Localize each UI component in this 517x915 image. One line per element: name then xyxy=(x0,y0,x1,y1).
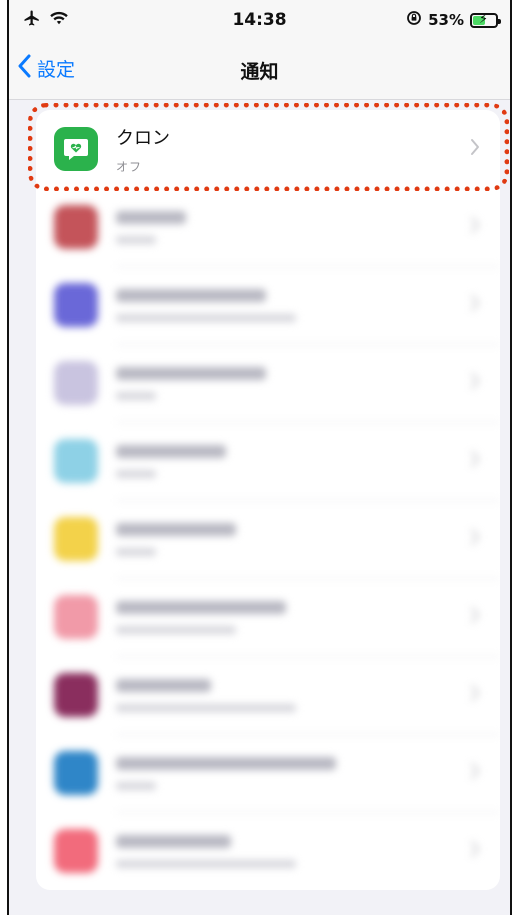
app-notification-status: オフ xyxy=(116,159,143,174)
app-row-text xyxy=(116,578,500,656)
blurred-app-row[interactable] xyxy=(36,812,500,890)
blurred-app-row[interactable] xyxy=(36,734,500,812)
redacted-app-name xyxy=(116,600,286,614)
app-row-text xyxy=(116,422,500,500)
blurred-app-row[interactable] xyxy=(36,578,500,656)
redacted-app-status xyxy=(116,313,296,322)
chevron-right-icon xyxy=(470,138,480,160)
app-row-text xyxy=(116,344,500,422)
status-right: 53% ⚡ xyxy=(406,10,501,30)
chevron-right-icon xyxy=(470,216,480,238)
blurred-app-row[interactable] xyxy=(36,422,500,500)
app-notification-list: クロン オフ xyxy=(36,110,500,890)
app-row-text xyxy=(116,656,500,734)
redacted-app-status xyxy=(116,781,156,790)
app-row-text xyxy=(116,812,500,890)
chevron-right-icon xyxy=(470,606,480,628)
navigation-bar: 設定 通知 xyxy=(9,40,510,100)
blurred-app-rows xyxy=(36,188,500,890)
page-title: 通知 xyxy=(240,61,279,83)
redacted-app-status xyxy=(116,547,156,556)
redacted-app-name xyxy=(116,756,336,770)
redacted-app-name xyxy=(116,522,236,536)
chevron-right-icon xyxy=(470,372,480,394)
app-row-text xyxy=(116,500,500,578)
redacted-app-status xyxy=(116,469,156,478)
battery-icon: ⚡ xyxy=(470,11,501,28)
app-row-text xyxy=(116,266,500,344)
battery-tip xyxy=(498,18,501,24)
redacted-app-name xyxy=(116,210,186,224)
app-icon xyxy=(54,829,98,873)
app-icon xyxy=(54,283,98,327)
blurred-app-row[interactable] xyxy=(36,656,500,734)
phone-screen: 14:38 53% ⚡ 設定 通知 クロン オフ xyxy=(7,0,512,915)
heart-chat-icon xyxy=(54,127,98,171)
redacted-app-name xyxy=(116,678,211,692)
charging-bolt-icon: ⚡ xyxy=(479,11,489,27)
chevron-right-icon xyxy=(470,762,480,784)
app-icon xyxy=(54,205,98,249)
redacted-app-status xyxy=(116,703,296,712)
app-row-kuron[interactable]: クロン オフ xyxy=(36,110,500,188)
app-icon xyxy=(54,673,98,717)
app-icon xyxy=(54,595,98,639)
redacted-app-status xyxy=(116,625,236,634)
chevron-right-icon xyxy=(470,840,480,862)
redacted-app-status xyxy=(116,235,156,244)
status-bar: 14:38 53% ⚡ xyxy=(9,0,510,40)
redacted-app-name xyxy=(116,366,266,380)
app-row-text: クロン オフ xyxy=(116,110,500,188)
rotation-lock-icon xyxy=(406,10,422,30)
blurred-app-row[interactable] xyxy=(36,266,500,344)
app-icon xyxy=(54,439,98,483)
chevron-right-icon xyxy=(470,528,480,550)
app-icon xyxy=(54,751,98,795)
redacted-app-name xyxy=(116,834,231,848)
app-icon xyxy=(54,361,98,405)
blurred-app-row[interactable] xyxy=(36,188,500,266)
app-icon xyxy=(54,517,98,561)
redacted-app-status xyxy=(116,391,156,400)
chevron-right-icon xyxy=(470,450,480,472)
battery-percent: 53% xyxy=(428,11,464,29)
app-row-text xyxy=(116,734,500,812)
redacted-app-name xyxy=(116,444,226,458)
chevron-right-icon xyxy=(470,684,480,706)
chevron-right-icon xyxy=(470,294,480,316)
redacted-app-name xyxy=(116,288,266,302)
app-row-text xyxy=(116,188,500,266)
redacted-app-status xyxy=(116,859,296,868)
app-name: クロン xyxy=(116,127,170,149)
blurred-app-row[interactable] xyxy=(36,500,500,578)
blurred-app-row[interactable] xyxy=(36,344,500,422)
